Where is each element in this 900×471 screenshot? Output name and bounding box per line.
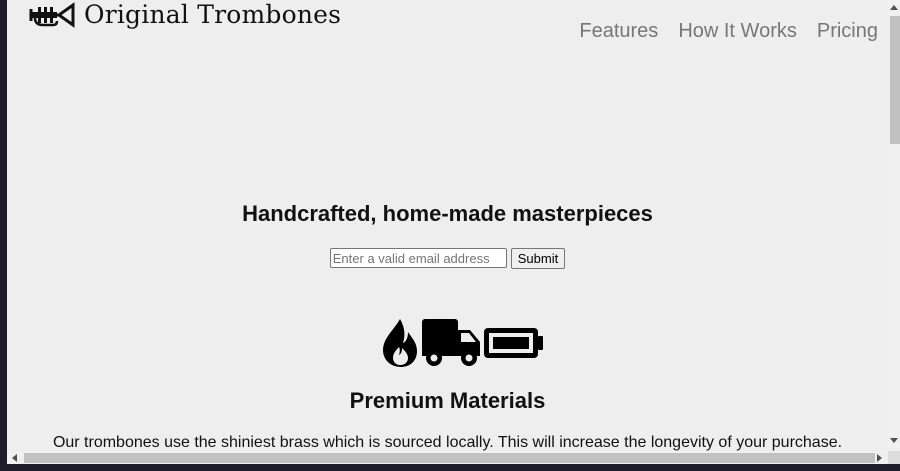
feature-description: Our trombones use the shiniest brass whi… [52, 434, 843, 451]
scroll-right-arrow-icon[interactable] [877, 454, 882, 462]
submit-button[interactable]: Submit [510, 248, 566, 269]
main-nav: Features How It Works Pricing [559, 19, 878, 43]
battery-icon [484, 328, 543, 358]
horizontal-scrollbar-thumb[interactable] [24, 453, 875, 463]
fire-icon [383, 319, 417, 367]
nav-link-features[interactable]: Features [579, 19, 658, 43]
feature-title: Premium Materials [349, 388, 546, 413]
page-viewport: Original Trombones Features How It Works… [7, 0, 888, 451]
nav-link-pricing[interactable]: Pricing [817, 19, 878, 43]
hero-title: Handcrafted, home-made masterpieces [242, 201, 653, 226]
feature-icons [380, 318, 544, 368]
email-form: Submit [7, 248, 888, 269]
brand-logo[interactable]: Original Trombones [29, 0, 341, 30]
email-input[interactable] [329, 248, 507, 268]
vertical-scrollbar-thumb[interactable] [890, 16, 900, 144]
truck-icon [422, 319, 480, 366]
scroll-down-arrow-icon[interactable] [890, 438, 898, 443]
brand-name: Original Trombones [84, 0, 342, 29]
nav-link-how-it-works[interactable]: How It Works [678, 19, 797, 43]
trumpet-icon [29, 2, 75, 28]
scroll-left-arrow-icon[interactable] [12, 454, 17, 462]
scroll-up-arrow-icon[interactable] [890, 5, 898, 10]
scrollbar-corner [888, 451, 900, 464]
